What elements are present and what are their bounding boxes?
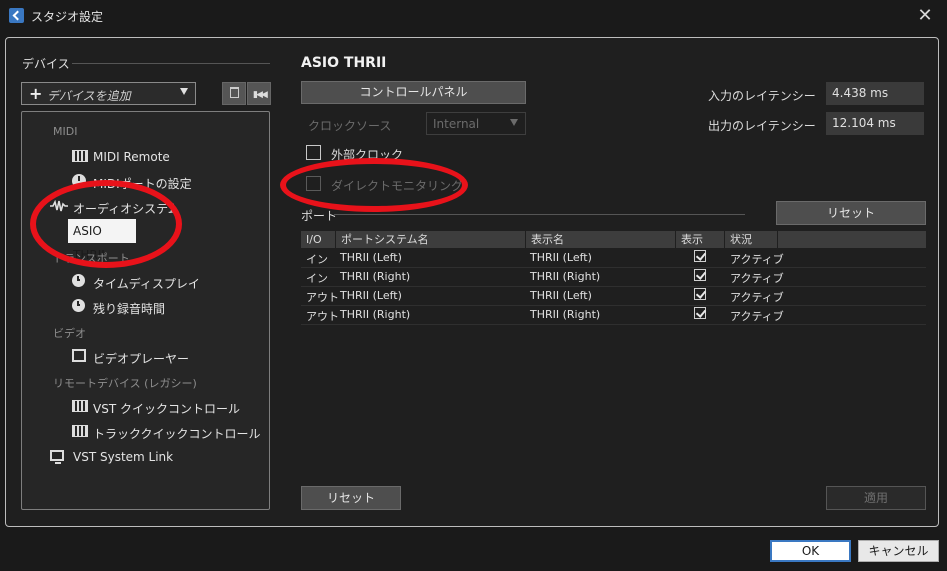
table-row[interactable]: イン THRII (Left) THRII (Left) アクティブ <box>301 248 926 268</box>
ok-button-label: OK <box>801 544 820 558</box>
table-row[interactable]: イン THRII (Right) THRII (Right) アクティブ <box>301 267 926 287</box>
dropdown-arrow-icon <box>180 88 188 95</box>
col-header-io[interactable]: I/O <box>301 231 335 248</box>
tree-item-track-quick-control[interactable]: トラッククイックコントロール <box>93 425 261 442</box>
cancel-button-label: キャンセル <box>868 544 929 558</box>
tree-item-video-player[interactable]: ビデオプレーヤー <box>93 350 189 367</box>
cell-display-name: THRII (Right) <box>530 308 601 321</box>
cell-status: アクティブ <box>730 291 784 304</box>
tree-category-video: ビデオ <box>53 327 86 340</box>
add-device-dropdown[interactable]: + デバイスを追加 <box>21 82 196 105</box>
reset-device-button[interactable]: ▮◀◀ <box>247 82 271 105</box>
apply-button-label: 適用 <box>863 491 888 505</box>
col-header-empty <box>778 231 926 248</box>
monitor-icon <box>50 450 64 464</box>
title-bar: スタジオ設定 ✕ <box>0 0 947 32</box>
col-header-port-system-name[interactable]: ポートシステム名 <box>336 231 525 248</box>
cell-io: イン <box>306 272 328 285</box>
external-clock-checkbox[interactable] <box>306 145 321 160</box>
film-icon <box>72 349 86 362</box>
cell-status: アクティブ <box>730 272 784 285</box>
ports-divider <box>334 214 745 215</box>
reset-ports-label: リセット <box>826 206 875 220</box>
ok-button[interactable]: OK <box>770 540 851 562</box>
cell-display-name: THRII (Left) <box>530 289 592 302</box>
show-checkbox[interactable] <box>694 307 706 319</box>
show-checkbox[interactable] <box>694 269 706 281</box>
cell-io: アウト <box>306 291 339 304</box>
close-icon[interactable]: ✕ <box>912 3 938 29</box>
tree-item-rec-time[interactable]: 残り録音時間 <box>93 300 165 317</box>
table-row[interactable]: アウト THRII (Left) THRII (Left) アクティブ <box>301 286 926 306</box>
clock-source-label: クロックソース <box>308 119 392 133</box>
col-header-show[interactable]: 表示 <box>676 231 724 248</box>
cell-system-name: THRII (Left) <box>340 289 402 302</box>
output-latency-value: 12.104 ms <box>826 112 924 135</box>
cell-system-name: THRII (Right) <box>340 308 411 321</box>
midi-keyboard-icon <box>72 425 88 437</box>
clock-source-value: Internal <box>433 117 480 131</box>
reset-ports-button[interactable]: リセット <box>776 201 926 225</box>
cell-status: アクティブ <box>730 253 784 266</box>
tree-category-remote: リモートデバイス (レガシー) <box>53 377 197 390</box>
reset-button[interactable]: リセット <box>301 486 401 510</box>
col-header-status[interactable]: 状況 <box>725 231 777 248</box>
input-latency-value: 4.438 ms <box>826 82 924 105</box>
input-latency-label: 入力のレイテンシー <box>708 89 816 103</box>
add-device-label: デバイスを追加 <box>47 89 131 103</box>
tree-item-midi-remote[interactable]: MIDI Remote <box>93 150 170 164</box>
midi-keyboard-icon <box>72 150 88 162</box>
ports-section-label: ポート <box>301 209 338 223</box>
plus-icon: + <box>29 84 43 103</box>
tree-item-vst-system-link[interactable]: VST System Link <box>73 450 173 464</box>
window-title: スタジオ設定 <box>31 10 104 24</box>
show-checkbox[interactable] <box>694 288 706 300</box>
tree-item-time-display[interactable]: タイムディスプレイ <box>93 275 200 292</box>
device-title: ASIO THRII <box>301 55 387 71</box>
cubase-app-icon <box>9 8 24 23</box>
table-row[interactable]: アウト THRII (Right) THRII (Right) アクティブ <box>301 305 926 325</box>
cell-display-name: THRII (Right) <box>530 270 601 283</box>
trash-icon <box>230 87 239 98</box>
clock-icon <box>72 274 85 287</box>
col-header-display-name[interactable]: 表示名 <box>526 231 675 248</box>
section-divider <box>72 63 270 64</box>
tree-item-vst-quick-control[interactable]: VST クイックコントロール <box>93 400 240 417</box>
annotation-ellipse-audio-system <box>30 180 182 268</box>
cancel-button[interactable]: キャンセル <box>858 540 939 562</box>
delete-device-button[interactable] <box>222 82 246 105</box>
control-panel-button[interactable]: コントロールパネル <box>301 81 526 104</box>
cell-system-name: THRII (Right) <box>340 270 411 283</box>
midi-keyboard-icon <box>72 400 88 412</box>
cell-display-name: THRII (Left) <box>530 251 592 264</box>
clock-icon <box>72 299 85 312</box>
output-latency-label: 出力のレイテンシー <box>708 119 816 133</box>
cell-io: アウト <box>306 310 339 323</box>
apply-button[interactable]: 適用 <box>826 486 926 510</box>
clock-source-select[interactable]: Internal <box>426 112 526 135</box>
show-checkbox[interactable] <box>694 250 706 262</box>
cell-status: アクティブ <box>730 310 784 323</box>
control-panel-label: コントロールパネル <box>359 85 468 99</box>
reset-button-label: リセット <box>326 491 375 505</box>
skip-back-icon: ▮◀◀ <box>253 90 268 100</box>
dropdown-arrow-icon <box>510 119 518 126</box>
annotation-ellipse-direct-monitoring <box>280 158 468 212</box>
devices-section-title: デバイス <box>22 57 70 71</box>
cell-system-name: THRII (Left) <box>340 251 402 264</box>
cell-io: イン <box>306 253 328 266</box>
tree-category-midi: MIDI <box>53 125 78 138</box>
